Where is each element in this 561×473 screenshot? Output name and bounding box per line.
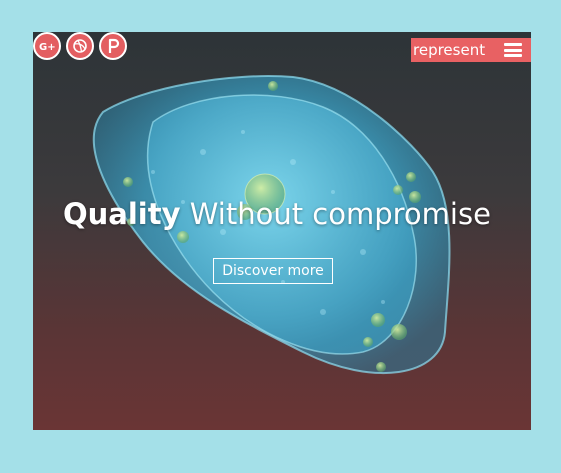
svg-text:G+: G+: [39, 42, 56, 53]
google-plus-icon: G+: [39, 42, 56, 53]
hero-title: Quality Without compromise: [33, 192, 531, 236]
menu-bar[interactable]: represent: [411, 38, 531, 62]
google-plus-button[interactable]: G+: [33, 32, 61, 60]
hero-title-rest: Without compromise: [180, 197, 491, 231]
pinterest-button[interactable]: [99, 32, 127, 60]
pinterest-icon: [108, 38, 120, 53]
social-links: G+: [33, 32, 127, 60]
dribbble-button[interactable]: [66, 32, 94, 60]
hamburger-icon[interactable]: [504, 43, 522, 57]
discover-more-button[interactable]: Discover more: [213, 258, 333, 284]
dribbble-icon: [73, 39, 87, 53]
hero-title-strong: Quality: [63, 197, 181, 231]
menu-label[interactable]: represent: [413, 38, 485, 62]
hero-section: G+ represent Quality Without compromise …: [33, 32, 531, 430]
hero-content: Quality Without compromise: [33, 192, 531, 236]
